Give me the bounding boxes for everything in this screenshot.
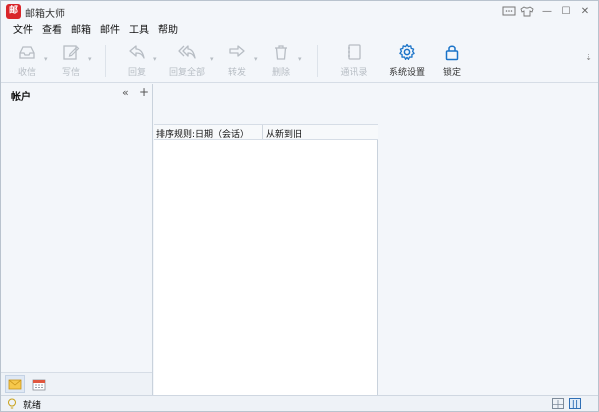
contacts-icon <box>348 44 361 60</box>
menu-mailbox[interactable]: 邮箱 <box>71 22 91 39</box>
accounts-title: 帐户 <box>11 92 31 103</box>
chat-icon[interactable] <box>501 4 517 18</box>
compose-button[interactable]: 写信 <box>51 43 91 81</box>
forward-icon <box>229 45 245 57</box>
contacts-label: 通讯录 <box>340 68 368 78</box>
forward-dropdown-arrow-icon[interactable]: ▾ <box>254 55 258 63</box>
layout-columns-icon[interactable] <box>569 398 581 409</box>
sort-bar: 排序规则:日期（会话） 从新到旧 <box>154 124 378 140</box>
delete-dropdown-arrow-icon[interactable]: ▾ <box>298 55 302 63</box>
toolbar: 收信 ▾ 写信 ▾ 回复 ▾ 回复全部 ▾ 转发 ▾ 删除 ▾ 通讯录 系统设置… <box>1 39 598 83</box>
lock-icon <box>445 45 459 61</box>
contacts-button[interactable]: 通讯录 <box>334 43 374 81</box>
close-button[interactable]: ✕ <box>577 4 593 18</box>
receive-dropdown-arrow-icon[interactable]: ▾ <box>44 55 48 63</box>
add-account-button[interactable]: + <box>139 85 149 99</box>
trash-icon <box>275 45 287 60</box>
message-list-pane: 排序规则:日期（会话） 从新到旧 <box>154 84 378 395</box>
delete-button[interactable]: 删除 <box>261 43 301 81</box>
reply-label: 回复 <box>127 68 146 78</box>
menu-file[interactable]: 文件 <box>13 22 33 39</box>
accounts-pane: 帐户 « + <box>1 84 153 395</box>
inbox-icon <box>19 46 35 59</box>
forward-button[interactable]: 转发 <box>217 43 257 81</box>
app-logo-icon: 邮 <box>6 4 21 19</box>
calendar-icon <box>32 379 46 390</box>
lock-label: 锁定 <box>442 68 461 78</box>
app-window: 邮 邮箱大师 — ☐ ✕ 文件 查看 邮箱 邮件 工具 帮助 收信 ▾ 写信 ▾ <box>0 0 599 412</box>
forward-label: 转发 <box>227 68 246 78</box>
menu-help[interactable]: 帮助 <box>158 22 178 39</box>
status-text: 就绪 <box>23 401 42 411</box>
reading-pane <box>379 84 598 395</box>
collapse-pane-icon[interactable]: « <box>122 86 129 99</box>
envelope-icon <box>8 379 22 390</box>
shirt-icon[interactable] <box>519 4 535 18</box>
toolbar-separator <box>317 45 318 77</box>
gear-icon <box>399 43 415 60</box>
title-bar: 邮 邮箱大师 — ☐ ✕ <box>1 1 598 22</box>
minimize-button[interactable]: — <box>539 4 555 18</box>
reply-button[interactable]: 回复 <box>117 43 157 81</box>
lightbulb-icon[interactable] <box>7 398 17 410</box>
calendar-view-button[interactable] <box>29 375 49 393</box>
toolbar-overflow-icon[interactable]: ⇣ <box>585 53 592 62</box>
compose-icon <box>63 45 80 60</box>
menu-bar: 文件 查看 邮箱 邮件 工具 帮助 <box>1 22 598 39</box>
toolbar-separator <box>105 45 106 77</box>
maximize-button[interactable]: ☐ <box>558 4 574 18</box>
menu-mail[interactable]: 邮件 <box>100 22 120 39</box>
lock-button[interactable]: 锁定 <box>432 43 472 81</box>
reply-icon <box>129 45 145 59</box>
sort-order-dropdown[interactable]: 从新到旧 <box>266 127 302 140</box>
compose-dropdown-arrow-icon[interactable]: ▾ <box>88 55 92 63</box>
window-title: 邮箱大师 <box>25 9 65 20</box>
delete-label: 删除 <box>271 68 290 78</box>
reply-dropdown-arrow-icon[interactable]: ▾ <box>153 55 157 63</box>
reply-all-label: 回复全部 <box>168 68 205 78</box>
settings-label: 系统设置 <box>388 68 425 78</box>
status-bar: 就绪 <box>1 395 598 411</box>
search-area <box>154 84 378 124</box>
receive-label: 收信 <box>17 68 36 78</box>
layout-grid-icon[interactable] <box>552 398 564 409</box>
sort-rule-dropdown[interactable]: 排序规则:日期（会话） <box>156 127 249 140</box>
sort-divider <box>262 125 263 139</box>
compose-label: 写信 <box>61 68 80 78</box>
menu-tools[interactable]: 工具 <box>129 22 149 39</box>
mail-view-button[interactable] <box>5 375 25 393</box>
reply-all-icon <box>178 45 196 59</box>
settings-button[interactable]: 系统设置 <box>385 43 429 81</box>
reply-all-button[interactable]: 回复全部 <box>165 43 209 81</box>
receive-button[interactable]: 收信 <box>7 43 47 81</box>
pane-footer <box>1 372 152 395</box>
reply-all-dropdown-arrow-icon[interactable]: ▾ <box>210 55 214 63</box>
menu-view[interactable]: 查看 <box>42 22 62 39</box>
